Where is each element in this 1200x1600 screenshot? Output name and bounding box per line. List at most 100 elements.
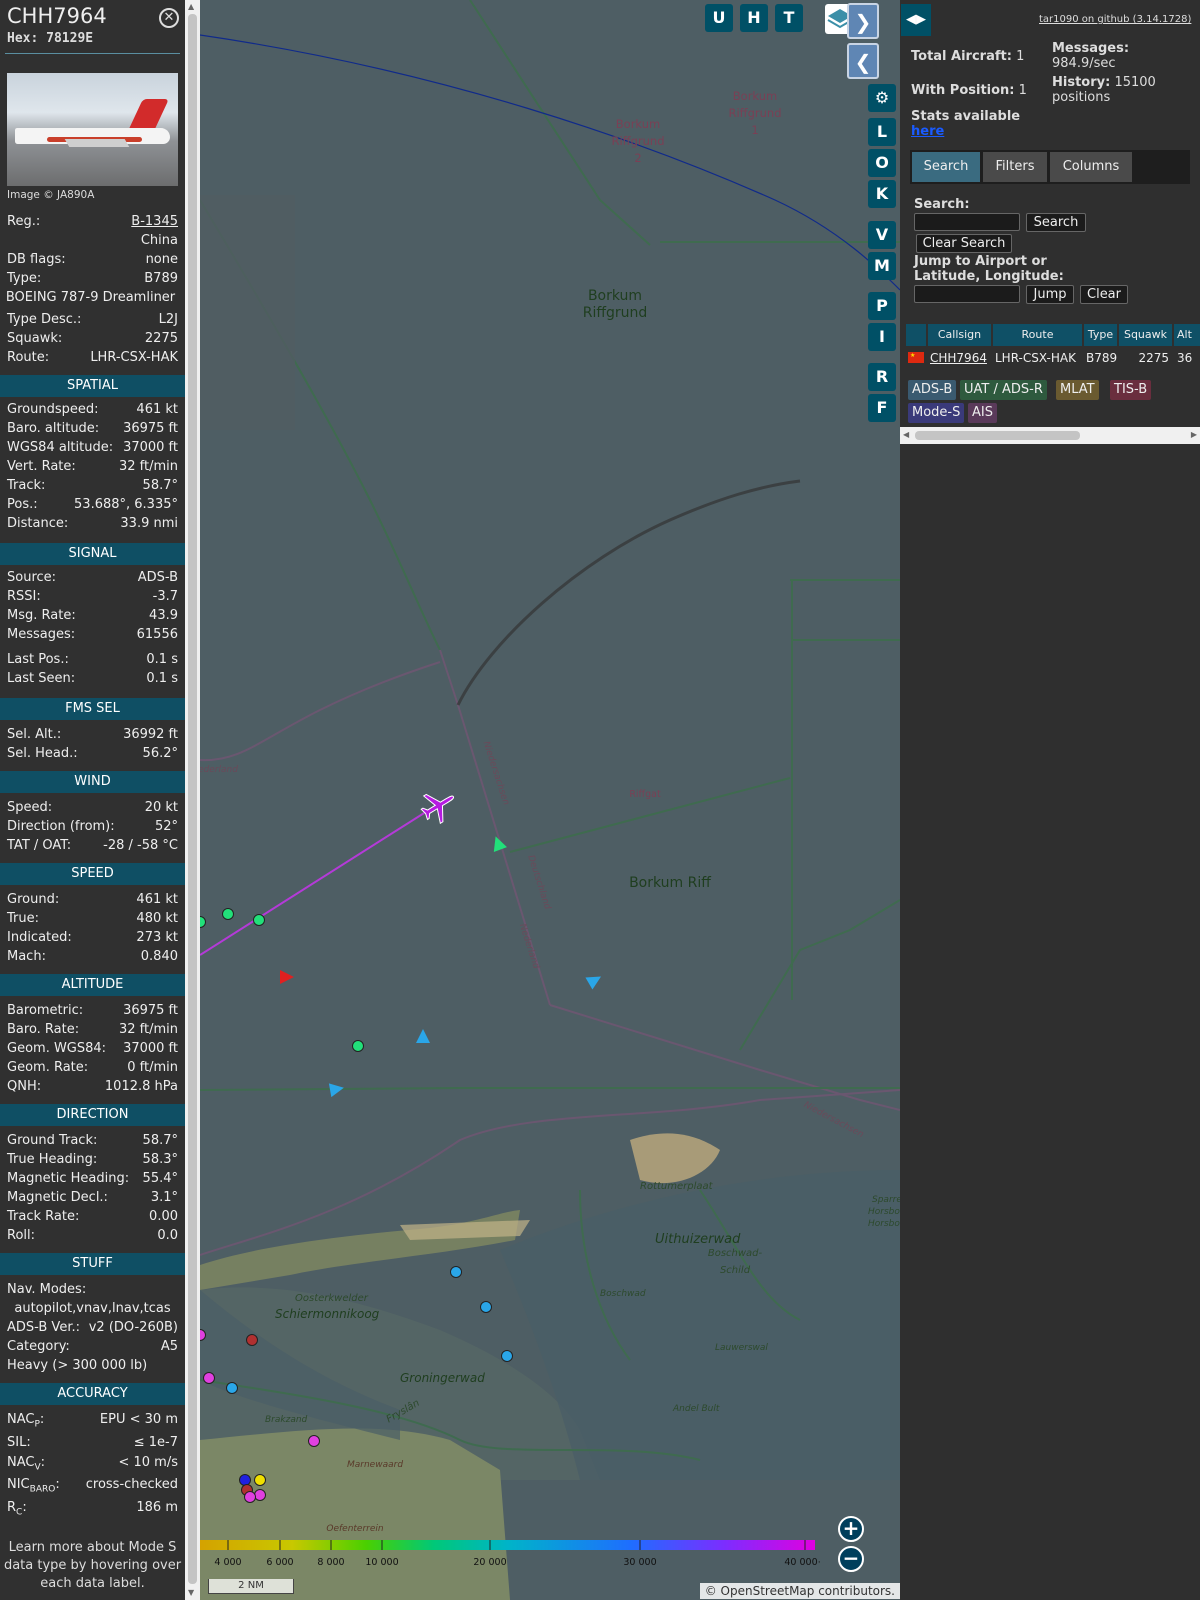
info-row: Baro. Rate: 32 ft/min [7,1022,178,1041]
map-label-borkum-riffgrund: Borkum Riffgrund [582,288,648,321]
row-callsign[interactable]: CHH7964 [930,348,992,368]
map-attribution[interactable]: © OpenStreetMap contributors. [699,1583,900,1599]
scroll-left-icon[interactable]: ◀ [903,430,909,439]
image-credit: Image © JA890A [7,189,95,201]
map-button-h[interactable]: H [740,4,768,32]
map-button-u[interactable]: U [705,4,733,32]
search-input[interactable] [914,213,1020,231]
info-row-label: Magnetic Heading: [7,1171,130,1186]
aircraft-marker[interactable] [501,1350,513,1362]
info-scrollbar[interactable]: ▲ ▼ [185,0,200,1600]
info-row-value: 461 kt [136,402,178,417]
selected-aircraft-icon[interactable] [418,786,458,826]
map-button-v[interactable]: V [868,221,896,249]
nacp-row: NACP: EPU < 30 m [7,1412,178,1430]
info-row-value: ADS-B [137,570,178,585]
table-header-flag[interactable] [906,324,926,346]
aircraft-photo[interactable] [7,73,178,186]
map-view[interactable]: Borkum Riffgrund Borkum Riffgrund 2 Bork… [200,0,900,1600]
expand-right-button[interactable]: ❯ [847,3,879,39]
map-button-l[interactable]: L [868,118,896,146]
map-label-oosterkwelder: Oosterkwelder [295,1293,368,1304]
table-header-callsign[interactable]: Callsign [928,324,991,346]
aircraft-marker[interactable] [226,1382,238,1394]
source-chip[interactable]: TIS-B [1110,380,1152,400]
map-button-p[interactable]: P [868,292,896,320]
source-chip[interactable]: ADS-B [908,380,957,400]
jump-button[interactable]: Jump [1026,285,1074,304]
aircraft-marker[interactable] [450,1266,462,1278]
aircraft-marker[interactable] [253,914,265,926]
clear-button[interactable]: Clear [1080,285,1128,304]
aircraft-arrow-icon[interactable] [280,970,294,984]
panel-toggle-icon[interactable]: ◀▶ [901,4,931,36]
clear-search-button[interactable]: Clear Search [916,234,1012,253]
scroll-right-icon[interactable]: ▶ [1191,430,1197,439]
tab-search[interactable]: Search [912,152,980,182]
reg-link[interactable]: B-1345 [131,214,178,233]
source-chip[interactable]: AIS [968,403,997,423]
info-row: Barometric: 36975 ft [7,1003,178,1022]
zoom-in-button[interactable]: + [838,1516,864,1542]
info-row-label: Barometric: [7,1003,84,1018]
settings-gear-icon[interactable]: ⚙ [868,84,896,112]
map-button-t[interactable]: T [775,4,803,32]
map-button-k[interactable]: K [868,180,896,208]
stats-here-link[interactable]: here [911,124,944,139]
aircraft-marker[interactable] [244,1491,256,1503]
info-row: Magnetic Heading: 55.4° [7,1171,178,1190]
source-chip[interactable]: Mode-S [908,403,965,423]
tab-filters[interactable]: Filters [983,152,1047,182]
aircraft-marker[interactable] [480,1301,492,1313]
info-row-label: Sel. Head.: [7,746,78,761]
hscroll-thumb[interactable] [915,431,1080,440]
table-header-route[interactable]: Route [993,324,1082,346]
source-chip[interactable]: MLAT [1056,380,1099,400]
table-header-alt[interactable]: Alt [1174,324,1200,346]
map-label-borkum-riff: Borkum Riff [629,875,711,891]
navmodes-value: autopilot,vnav,lnav,tcas [14,1301,171,1316]
aircraft-marker[interactable] [254,1474,266,1486]
scrollbar-thumb[interactable] [188,14,197,1584]
info-row-label: Baro. Rate: [7,1022,80,1037]
search-button[interactable]: Search [1026,213,1086,232]
with-position: With Position: 1 [911,83,1027,98]
zoom-out-button[interactable]: − [838,1546,864,1572]
info-row-label: Direction (from): [7,819,115,834]
tab-columns[interactable]: Columns [1050,152,1132,182]
aircraft-marker[interactable] [203,1372,215,1384]
jump-input[interactable] [914,285,1020,303]
info-row-value: 0 ft/min [127,1060,178,1075]
aircraft-marker[interactable] [222,908,234,920]
map-button-i[interactable]: I [868,323,896,351]
nicbaro-row: NICBARO: cross-checked [7,1477,178,1495]
aircraft-arrow-icon[interactable] [328,1080,346,1098]
map-button-o[interactable]: O [868,149,896,177]
close-icon[interactable]: ✕ [159,8,179,28]
info-row: Pos.: 53.688°, 6.335° [7,497,178,516]
navmodes-label: Nav. Modes: [7,1282,87,1297]
section-altitude: ALTITUDE [0,974,185,996]
table-hscrollbar[interactable]: ◀ ▶ [900,427,1200,444]
aircraft-marker[interactable] [352,1040,364,1052]
info-row-label: Geom. WGS84: [7,1041,107,1056]
map-button-f[interactable]: F [868,394,896,422]
table-header-squawk[interactable]: Squawk [1119,324,1172,346]
map-label-lauwerswal: Lauwerswal [715,1343,768,1353]
info-row-label: Track: [7,478,46,493]
scroll-up-icon[interactable]: ▲ [188,2,194,11]
aircraft-marker[interactable] [246,1334,258,1346]
aircraft-marker[interactable] [308,1435,320,1447]
map-button-r[interactable]: R [868,363,896,391]
table-header-type[interactable]: Type [1084,324,1117,346]
collapse-left-button[interactable]: ❮ [847,43,879,79]
info-row: Geom. WGS84: 37000 ft [7,1041,178,1060]
source-chip[interactable]: UAT / ADS-R [960,380,1047,400]
scroll-down-icon[interactable]: ▼ [188,1588,194,1597]
type-full: BOEING 787-9 Dreamliner [5,290,176,305]
aircraft-arrow-icon[interactable] [416,1029,430,1043]
github-link[interactable]: tar1090 on github (3.14.1728) [1039,14,1191,25]
info-row: Sel. Head.: 56.2° [7,746,178,765]
map-button-m[interactable]: M [868,252,896,280]
footer-hint: Learn more about Mode S data type by hov… [3,1540,182,1591]
